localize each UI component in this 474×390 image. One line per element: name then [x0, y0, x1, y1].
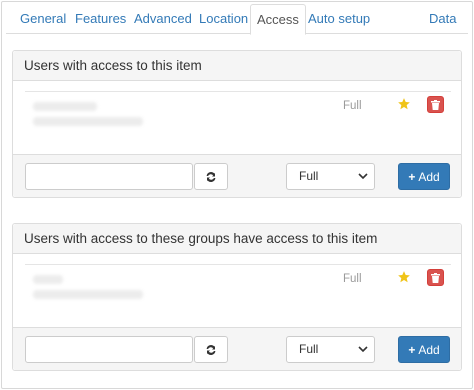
blurred-user-name [33, 102, 97, 111]
list-item: Full [25, 264, 451, 308]
refresh-button[interactable] [194, 163, 228, 190]
group-access-panel: Users with access to these groups have a… [12, 223, 462, 371]
star-icon[interactable] [397, 270, 411, 284]
star-icon[interactable] [397, 97, 411, 111]
plus-icon: + [408, 342, 416, 357]
add-user-button[interactable]: + Add [398, 163, 450, 190]
refresh-icon [206, 344, 216, 355]
select-value: Full [299, 169, 319, 183]
tab-data[interactable]: Data [429, 4, 456, 34]
user-access-heading: Users with access to this item [13, 51, 461, 81]
plus-icon: + [408, 169, 416, 184]
user-search-input[interactable] [25, 163, 193, 190]
refresh-button[interactable] [194, 336, 228, 363]
blurred-group-name [33, 275, 63, 284]
access-level-label: Full [343, 273, 362, 285]
add-group-button[interactable]: + Add [398, 336, 450, 363]
add-button-label: Add [418, 342, 440, 357]
group-access-heading: Users with access to these groups have a… [13, 224, 461, 254]
trash-icon [431, 99, 440, 110]
blurred-user-email [33, 117, 143, 126]
delete-button[interactable] [427, 269, 444, 286]
refresh-icon [206, 171, 216, 182]
tab-general[interactable]: General [20, 4, 66, 34]
tab-location[interactable]: Location [199, 4, 248, 34]
list-item: Full [25, 91, 451, 135]
group-access-footer: Full + Add [13, 327, 461, 370]
chevron-down-icon [358, 173, 368, 180]
user-access-panel: Users with access to this item Full Full… [12, 50, 462, 198]
select-value: Full [299, 342, 319, 356]
tab-features[interactable]: Features [75, 4, 126, 34]
group-access-list: Full [13, 254, 461, 327]
add-button-label: Add [418, 169, 440, 184]
tab-bar: General Features Advanced Location Acces… [6, 4, 468, 35]
tab-auto-setup[interactable]: Auto setup [308, 4, 370, 34]
access-level-select[interactable]: Full [286, 163, 375, 190]
delete-button[interactable] [427, 96, 444, 113]
user-access-footer: Full + Add [13, 154, 461, 197]
access-level-label: Full [343, 100, 362, 112]
trash-icon [431, 272, 440, 283]
user-access-list: Full [13, 81, 461, 154]
tab-advanced[interactable]: Advanced [134, 4, 192, 34]
access-level-select[interactable]: Full [286, 336, 375, 363]
tab-access[interactable]: Access [250, 4, 306, 35]
group-search-input[interactable] [25, 336, 193, 363]
blurred-group-detail [33, 290, 143, 299]
chevron-down-icon [358, 346, 368, 353]
